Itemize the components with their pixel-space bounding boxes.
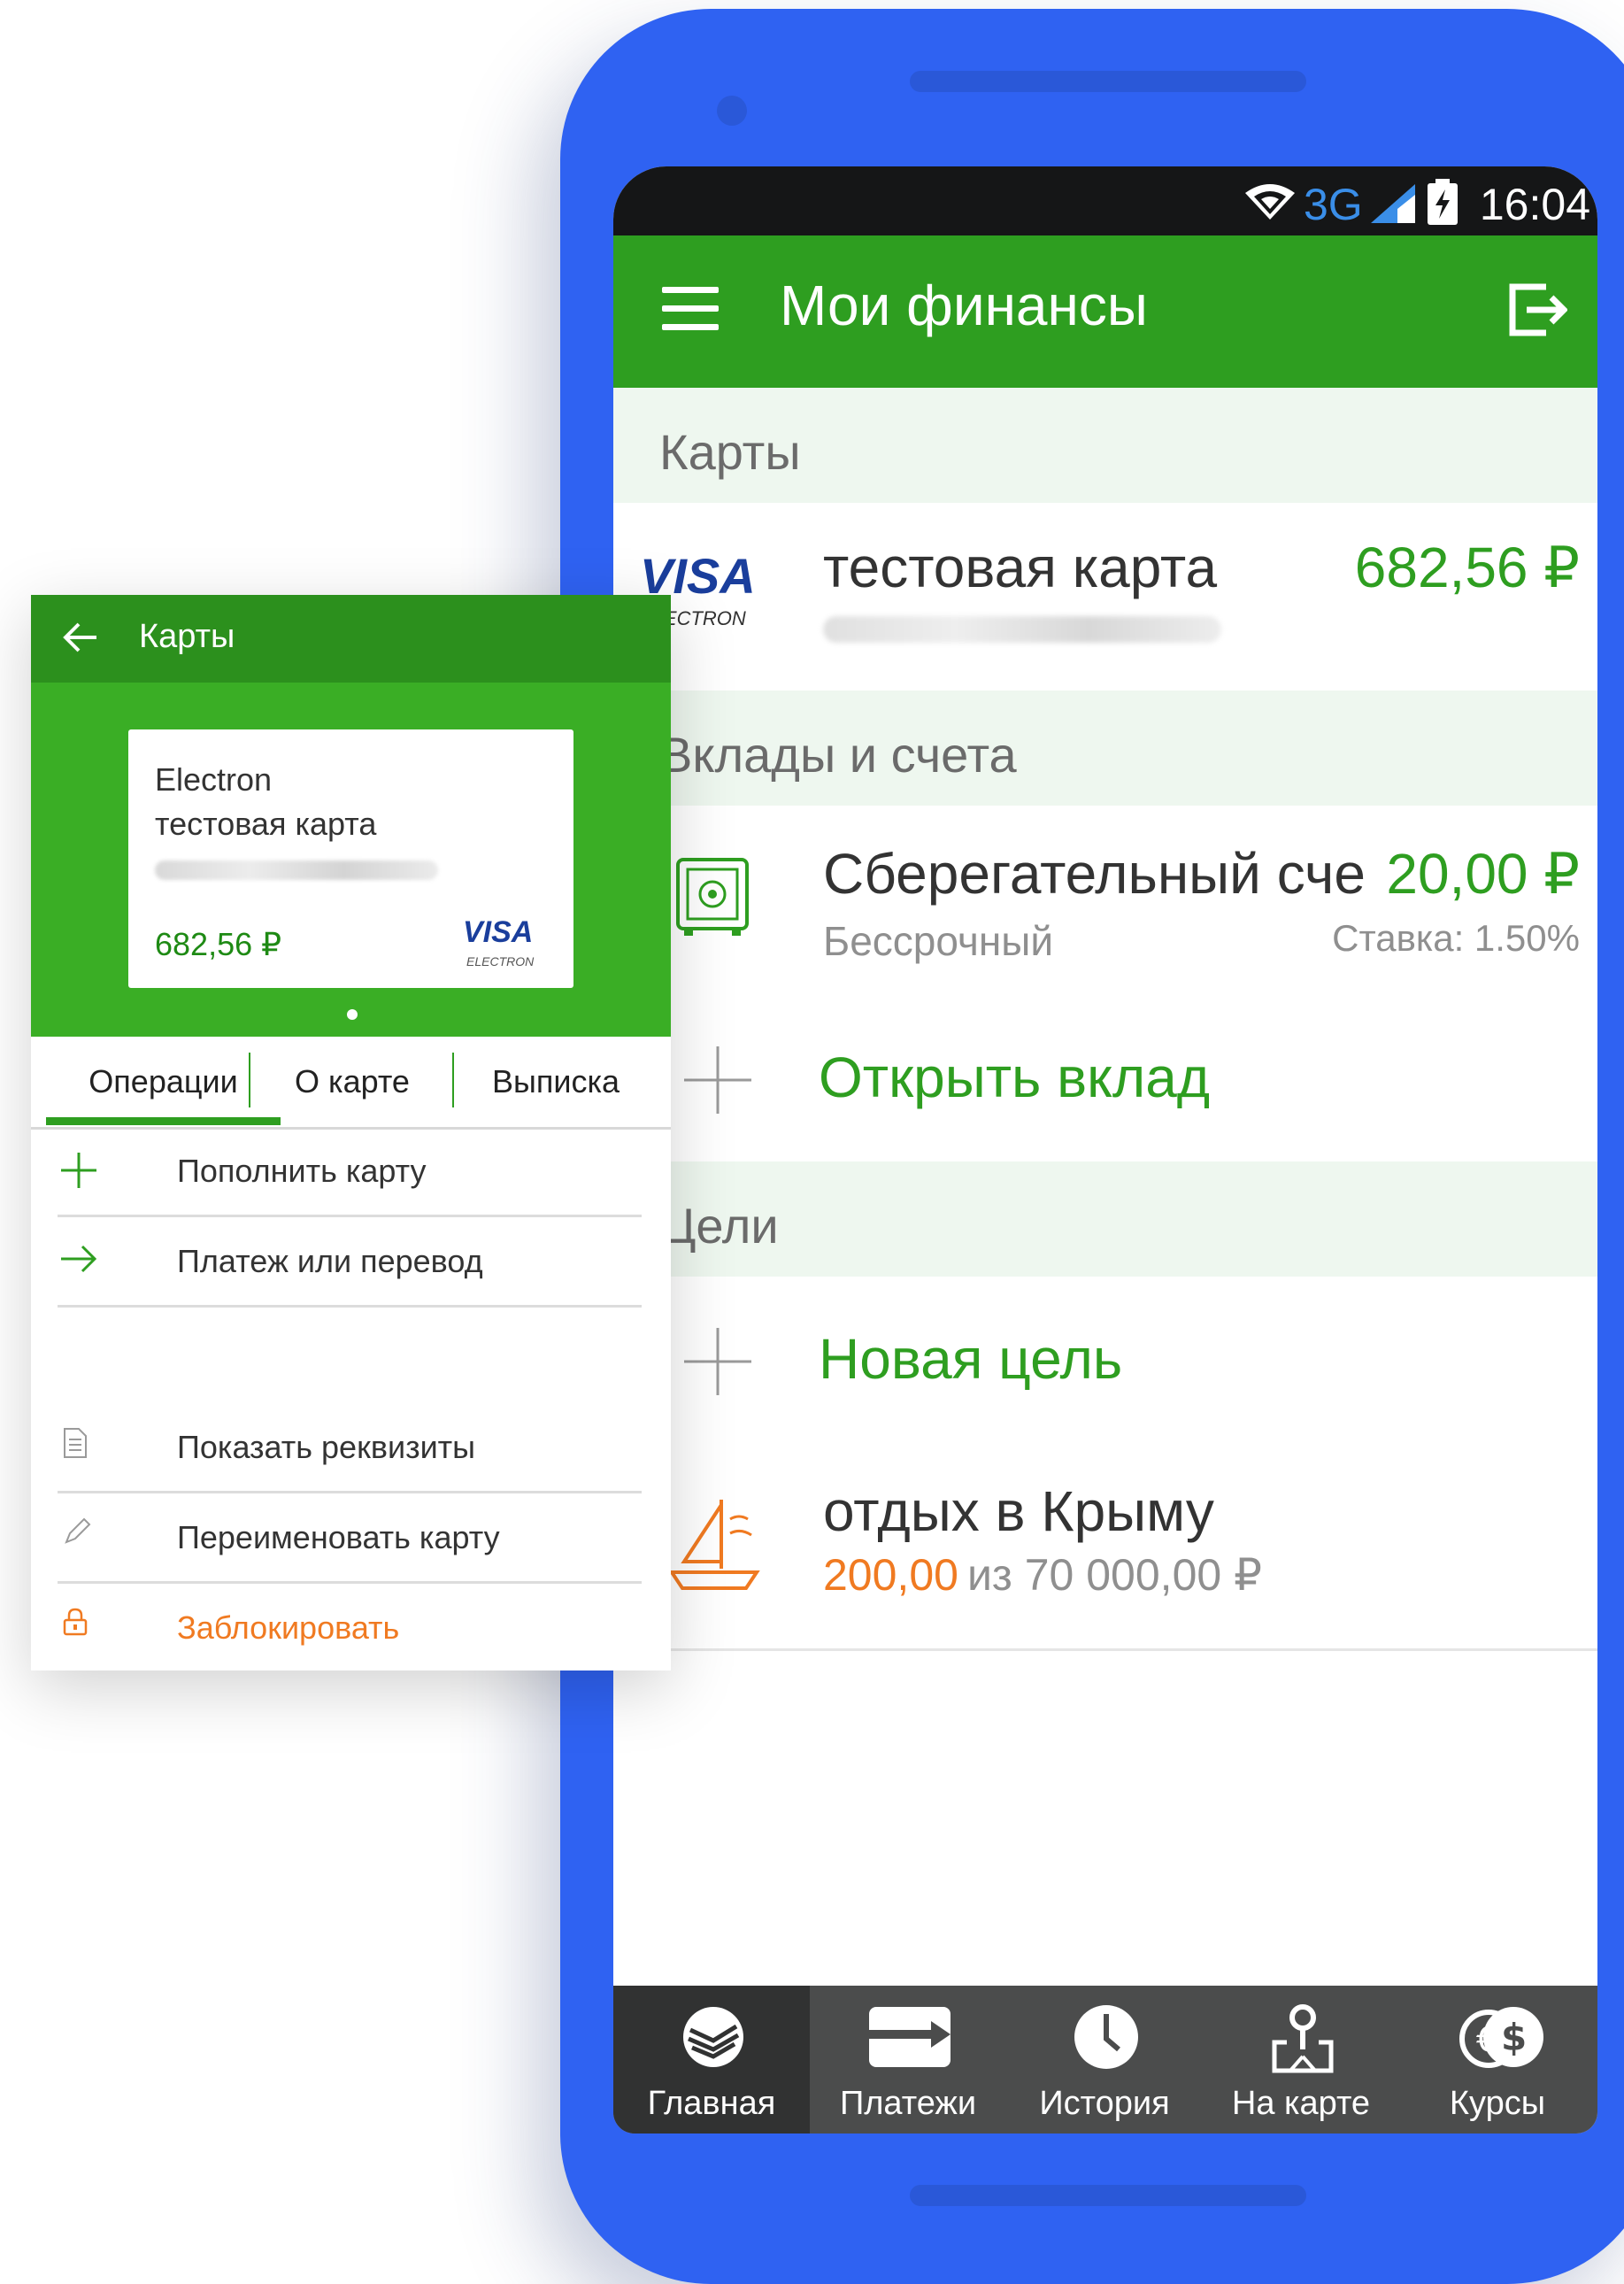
menu-icon[interactable] (662, 287, 719, 343)
section-deposits: Вклады и счета (613, 691, 1597, 806)
divider (58, 1305, 642, 1308)
action-label: Заблокировать (177, 1609, 400, 1646)
phone-screen: 3G 16:04 Мои финансы Карты VISA ELECTRON… (613, 166, 1597, 2134)
card-balance: 682,56 ₽ (155, 926, 282, 962)
savings-row[interactable]: Сберегательный сче Бессрочный 20,00 ₽ Ст… (613, 806, 1597, 998)
card-row[interactable]: VISA ELECTRON тестовая карта 682,56 ₽ (613, 503, 1597, 693)
goal-title: отдых в Крыму (823, 1479, 1214, 1543)
plus-icon (61, 1153, 96, 1188)
goal-target: из 70 000,00 ₽ (967, 1550, 1262, 1600)
tab-about-card[interactable]: О карте (250, 1037, 454, 1127)
savings-amount: 20,00 ₽ (1386, 842, 1580, 906)
divider (58, 1215, 642, 1217)
open-deposit-label: Открыть вклад (819, 1046, 1211, 1109)
card-name: тестовая карта (155, 806, 377, 842)
nav-label: Курсы (1449, 2085, 1546, 2122)
bank-card[interactable]: Electron тестовая карта 682,56 ₽ VISA EL… (128, 729, 573, 988)
bottom-nav: Главная Платежи История На карте $ Курсы (613, 1986, 1597, 2134)
nav-history[interactable]: История (1006, 1986, 1203, 2134)
card-tabs: Операции О карте Выписка (31, 1037, 671, 1130)
section-label: Вклады и счета (659, 727, 1017, 783)
savings-title: Сберегательный сче (823, 842, 1366, 906)
action-rename[interactable]: Переименовать карту (58, 1496, 642, 1585)
action-show-details[interactable]: Показать реквизиты (58, 1406, 642, 1494)
divider (58, 1491, 642, 1493)
card-detail-title: Карты (139, 618, 235, 655)
phone-speaker (910, 71, 1306, 92)
sailboat-icon (668, 1500, 760, 1590)
nav-home[interactable]: Главная (613, 1986, 810, 2134)
card-detail-panel: Карты Electron тестовая карта 682,56 ₽ V… (31, 595, 671, 1671)
carousel-indicator (347, 1009, 358, 1020)
nav-map[interactable]: На карте (1203, 1986, 1399, 2134)
active-tab-indicator (46, 1117, 281, 1125)
phone-bottom-bar (910, 2185, 1306, 2206)
action-label: Переименовать карту (177, 1519, 500, 1555)
network-type: 3G (1304, 180, 1363, 229)
card-number-masked (823, 616, 1221, 643)
action-label: Пополнить карту (177, 1153, 427, 1189)
card-type: Electron (155, 761, 273, 798)
document-icon (64, 1428, 87, 1458)
tab-statement[interactable]: Выписка (454, 1037, 658, 1127)
logout-icon[interactable] (1507, 282, 1567, 338)
visa-logo: VISA (463, 915, 534, 949)
status-bar: 3G 16:04 (613, 166, 1597, 235)
tab-operations[interactable]: Операции (46, 1037, 281, 1127)
back-arrow-icon[interactable] (63, 621, 98, 653)
signal-icon (1371, 184, 1415, 223)
svg-text:$: $ (1501, 2016, 1527, 2059)
savings-subtitle: Бессрочный (823, 918, 1054, 964)
open-deposit-row[interactable]: Открыть вклад (613, 995, 1597, 1164)
savings-rate: Ставка: 1.50% (1332, 917, 1580, 959)
status-time: 16:04 (1479, 180, 1590, 229)
nav-label: На карте (1231, 2085, 1371, 2122)
plus-icon (684, 1328, 751, 1395)
action-transfer[interactable]: Платеж или перевод (58, 1220, 642, 1308)
phone-camera (717, 96, 747, 126)
new-goal-label: Новая цель (819, 1327, 1123, 1391)
lock-icon (63, 1608, 88, 1636)
action-block[interactable]: Заблокировать (58, 1586, 642, 1671)
action-label: Показать реквизиты (177, 1429, 476, 1465)
goal-row[interactable]: отдых в Крыму 200,00 из 70 000,00 ₽ (613, 1443, 1597, 1651)
wifi-icon (1245, 184, 1295, 220)
new-goal-row[interactable]: Новая цель (613, 1277, 1597, 1446)
section-cards: Карты (613, 388, 1597, 503)
card-detail-appbar: Карты (31, 595, 671, 683)
card-balance: 682,56 ₽ (1354, 536, 1580, 599)
pencil-icon (65, 1517, 91, 1544)
arrow-right-icon (61, 1245, 97, 1273)
page-title: Мои финансы (780, 274, 1148, 337)
card-name: тестовая карта (823, 536, 1218, 599)
visa-electron-label: ELECTRON (466, 954, 535, 968)
action-label: Платеж или перевод (177, 1243, 483, 1279)
app-bar: Мои финансы (613, 235, 1597, 388)
divider (58, 1581, 642, 1584)
nav-label: Платежи (839, 2085, 977, 2122)
clock-icon (1074, 2005, 1138, 2069)
nav-payments[interactable]: Платежи (810, 1986, 1006, 2134)
map-pin-icon (1272, 2004, 1334, 2073)
nav-label: Главная (647, 2085, 776, 2122)
goal-saved: 200,00 (823, 1550, 958, 1600)
bank-logo-icon (683, 2007, 743, 2067)
section-label: Цели (659, 1198, 779, 1254)
battery-icon (1428, 179, 1458, 225)
nav-rates[interactable]: € $ Курсы (1399, 1986, 1596, 2134)
card-number-masked (155, 860, 438, 880)
section-label: Карты (659, 424, 801, 480)
section-goals: Цели (613, 1161, 1597, 1277)
payments-icon (869, 2007, 951, 2067)
plus-icon (684, 1046, 751, 1114)
safe-icon (676, 858, 749, 936)
action-top-up[interactable]: Пополнить карту (58, 1130, 642, 1218)
nav-label: История (1039, 2085, 1170, 2122)
currency-icon: € $ (1459, 2007, 1543, 2068)
